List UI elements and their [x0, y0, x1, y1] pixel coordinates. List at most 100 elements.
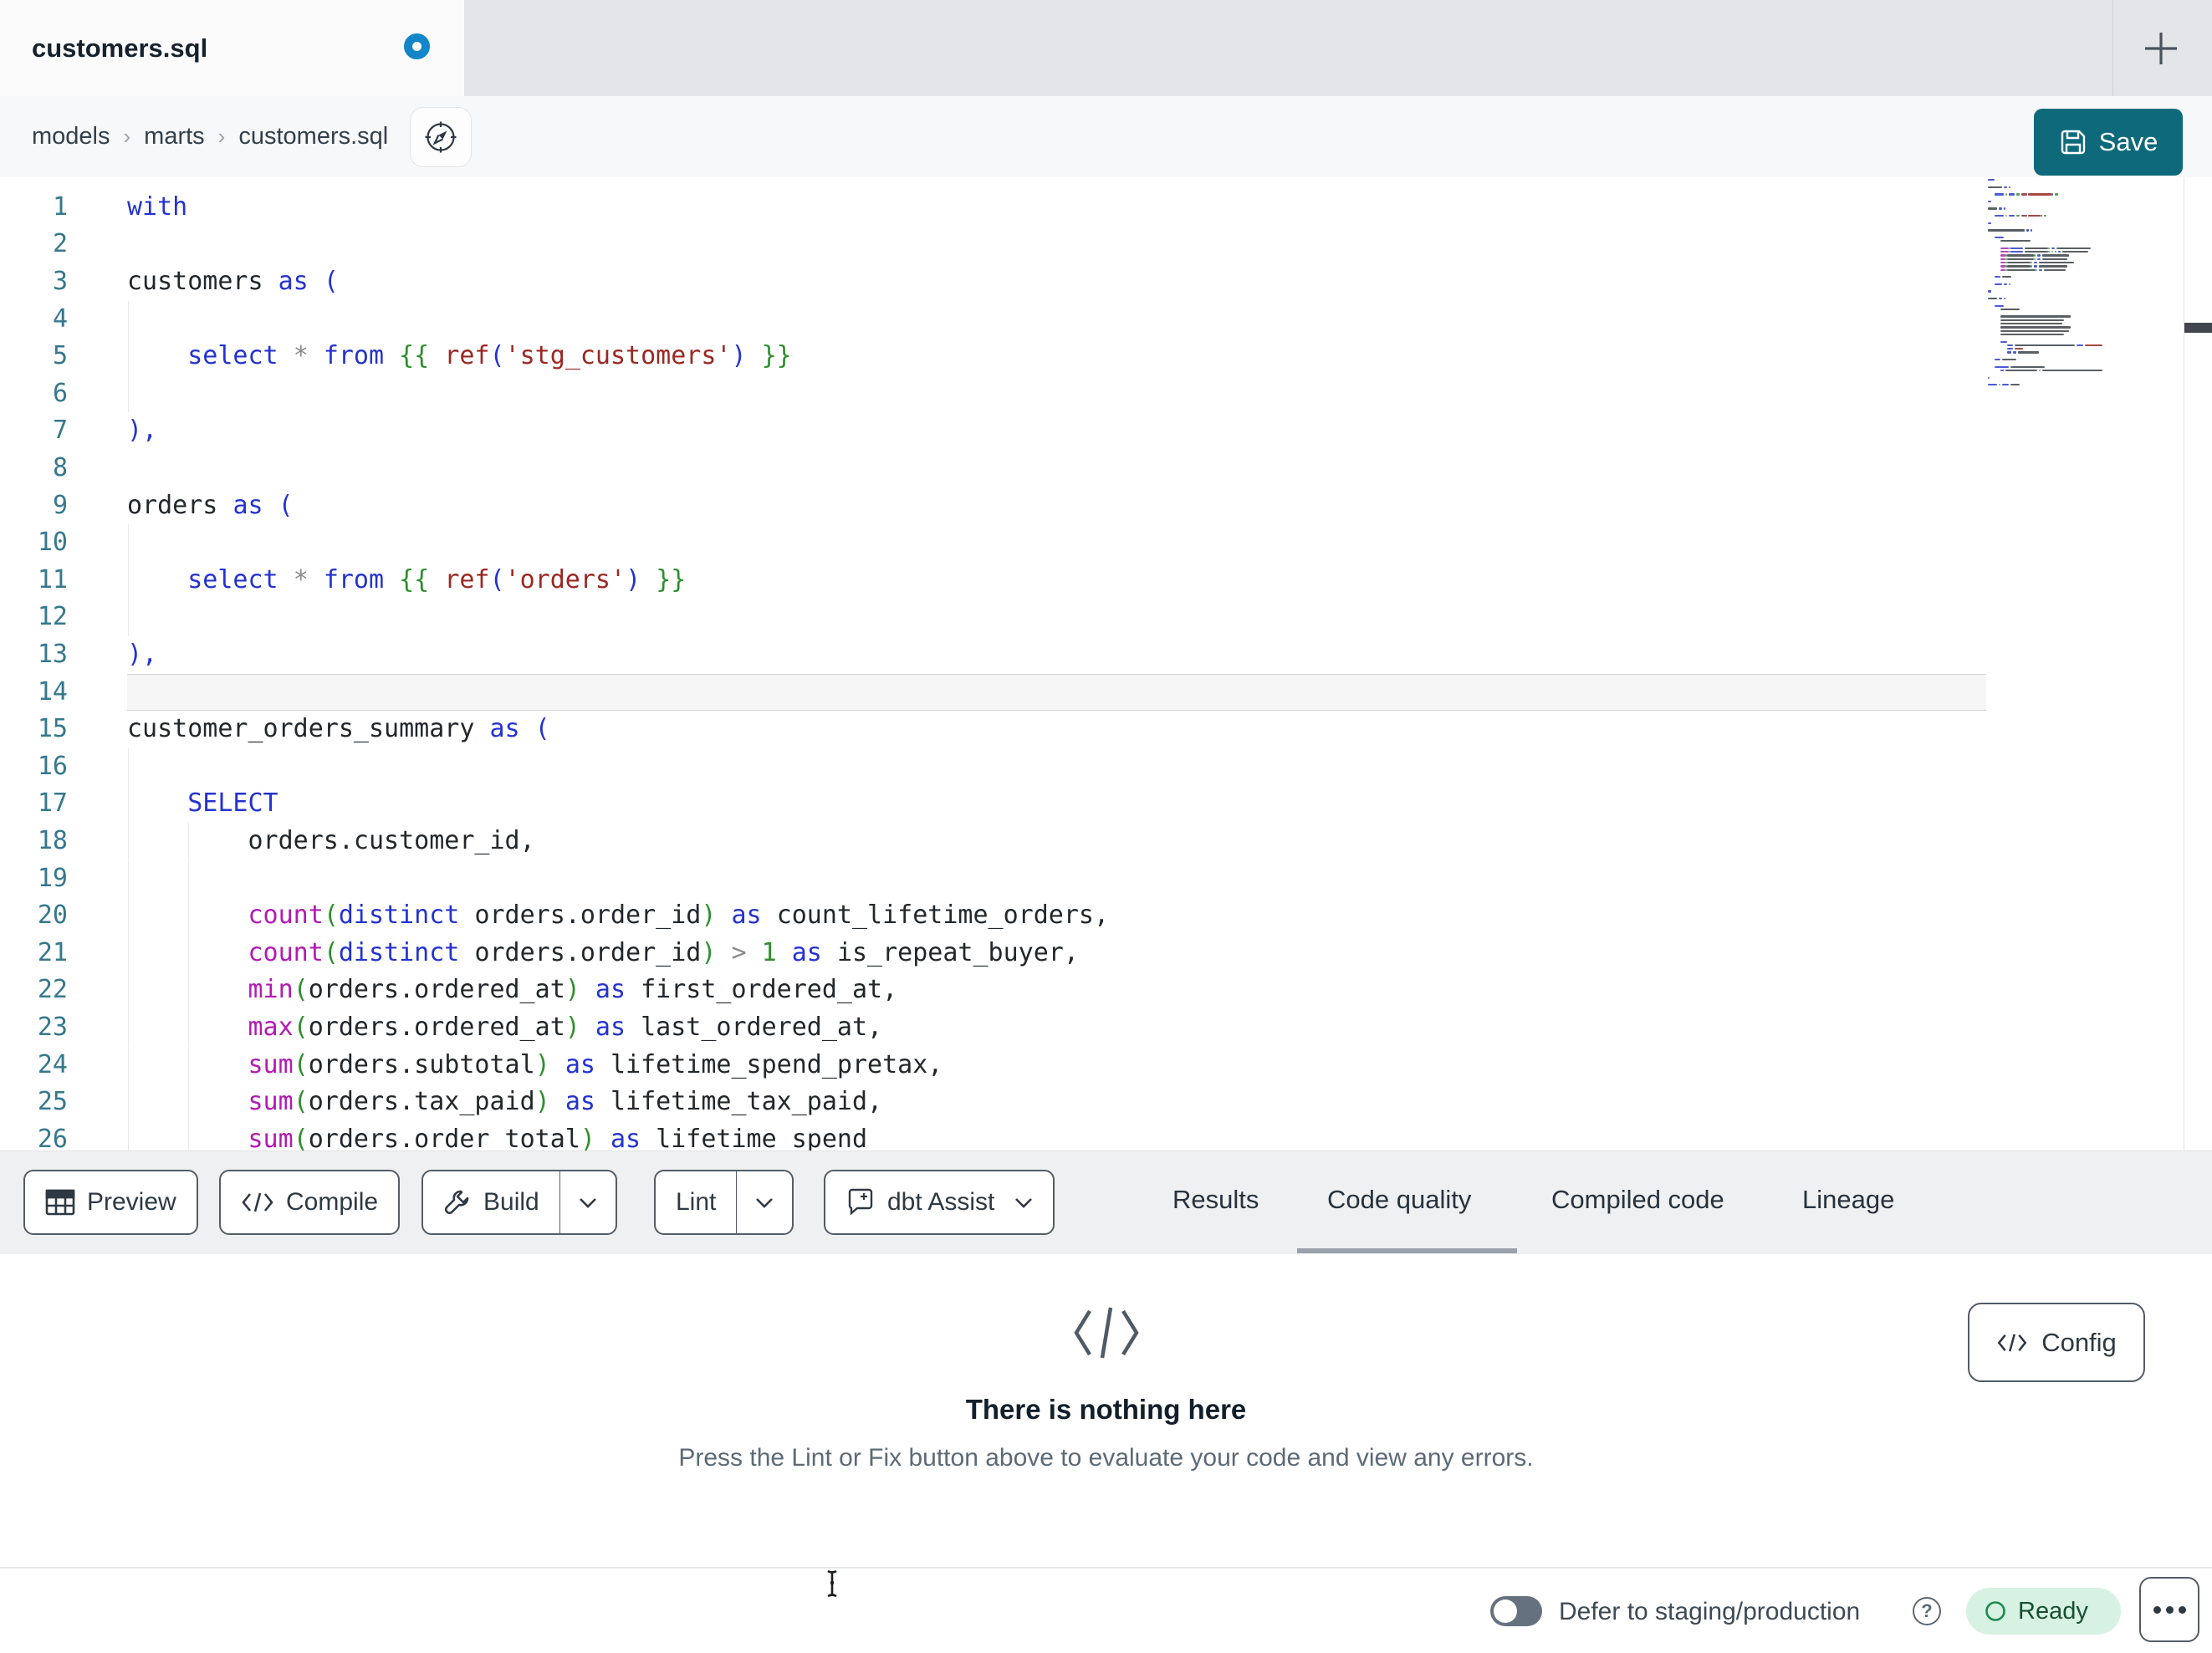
code-slash-icon: [0, 1306, 2212, 1364]
breadcrumb-marts[interactable]: marts: [144, 123, 205, 151]
editor-tab-bar: customers.sql: [0, 0, 2212, 96]
editor-scrollbar-thumb[interactable]: [2184, 323, 2212, 333]
breadcrumb-models[interactable]: models: [32, 123, 110, 151]
assist-chat-icon: [848, 1188, 873, 1216]
explore-lineage-button[interactable]: [410, 107, 472, 167]
line-number: 4: [52, 304, 68, 334]
code-line[interactable]: 15 customer_orders_summary as (: [0, 711, 1986, 748]
preview-button[interactable]: Preview: [23, 1170, 198, 1235]
tab-bar-divider: [2112, 0, 2113, 96]
code-line[interactable]: 18 orders.customer_id,: [0, 822, 1986, 860]
plus-icon: [2145, 33, 2177, 64]
build-label: Build: [483, 1188, 539, 1216]
status-badge[interactable]: Ready: [1966, 1588, 2121, 1635]
line-number: 23: [37, 1012, 68, 1042]
tab-customers-sql[interactable]: customers.sql: [0, 0, 464, 96]
line-number: 18: [37, 825, 68, 855]
code-line[interactable]: 5 select * from {{ ref('stg_customers') …: [0, 338, 1986, 375]
code-line[interactable]: 16: [0, 747, 1986, 786]
line-number: 10: [37, 528, 68, 558]
tab-compiled-code[interactable]: Compiled code: [1551, 1151, 1724, 1248]
editor-minimap[interactable]: [1988, 179, 2110, 386]
line-number: 9: [52, 490, 68, 520]
code-line[interactable]: 21 count(distinct orders.order_id) > 1 a…: [0, 934, 1986, 972]
save-label: Save: [2098, 127, 2158, 156]
code-line[interactable]: 24 sum(orders.subtotal) as lifetime_spen…: [0, 1046, 1986, 1084]
compile-button[interactable]: Compile: [219, 1170, 401, 1235]
line-number: 6: [52, 378, 68, 408]
chevron-right-icon: ›: [217, 124, 226, 149]
line-number: 11: [37, 564, 68, 594]
compile-label: Compile: [286, 1188, 379, 1216]
dbt-ide-window: customers.sql models › marts › customers…: [0, 0, 2212, 1653]
more-options-button[interactable]: [2139, 1577, 2199, 1642]
code-line[interactable]: 7),: [0, 412, 1986, 450]
code-line[interactable]: 8: [0, 450, 1986, 487]
code-line[interactable]: 13),: [0, 636, 1986, 674]
code-icon: [242, 1192, 273, 1212]
tab-code-quality[interactable]: Code quality: [1327, 1151, 1471, 1248]
line-number: 15: [37, 714, 68, 744]
breadcrumb: models › marts › customers.sql: [32, 96, 388, 177]
defer-toggle[interactable]: [1490, 1596, 1542, 1626]
code-line[interactable]: 6: [0, 375, 1986, 413]
code-line[interactable]: 23 max(orders.ordered_at) as last_ordere…: [0, 1008, 1986, 1047]
tab-results[interactable]: Results: [1172, 1151, 1259, 1248]
dbt-assist-button[interactable]: dbt Assist: [824, 1170, 1055, 1235]
line-number: 24: [37, 1049, 68, 1079]
line-number: 22: [37, 975, 68, 1005]
build-dropdown[interactable]: [560, 1171, 616, 1233]
wrench-icon: [444, 1190, 469, 1215]
line-number: 1: [52, 191, 68, 222]
code-line[interactable]: 17 SELECT: [0, 785, 1986, 823]
code-line[interactable]: 10: [0, 524, 1986, 562]
line-number: 7: [52, 416, 68, 446]
save-icon: [2061, 130, 2085, 155]
table-icon: [45, 1189, 75, 1216]
code-line[interactable]: 19: [0, 860, 1986, 898]
code-line[interactable]: 20 count(distinct orders.order_id) as co…: [0, 897, 1986, 935]
new-tab-button[interactable]: [2131, 18, 2191, 79]
code-quality-panel: There is nothing here Press the Lint or …: [0, 1254, 2212, 1565]
tab-lineage[interactable]: Lineage: [1802, 1151, 1894, 1248]
code-line[interactable]: 4: [0, 300, 1986, 339]
line-number: 26: [37, 1124, 68, 1150]
code-line[interactable]: 11 select * from {{ ref('orders') }}: [0, 561, 1986, 599]
code-icon: [1997, 1334, 2027, 1351]
lint-label: Lint: [676, 1188, 717, 1216]
text-cursor-pointer: [821, 1569, 843, 1603]
lint-dropdown[interactable]: [737, 1171, 792, 1233]
code-line[interactable]: 9 orders as (: [0, 487, 1986, 525]
code-line[interactable]: 14: [0, 673, 1986, 712]
build-button[interactable]: Build: [421, 1170, 617, 1235]
empty-title: There is nothing here: [965, 1394, 1247, 1425]
code-line[interactable]: 22 min(orders.ordered_at) as first_order…: [0, 972, 1986, 1009]
code-line[interactable]: 1 with: [0, 189, 1986, 227]
line-number: 14: [37, 676, 68, 707]
code-line[interactable]: 26 sum(orders.order_total) as lifetime_s…: [0, 1120, 1986, 1150]
lint-button[interactable]: Lint: [654, 1170, 794, 1235]
tab-title: customers.sql: [32, 33, 208, 63]
active-tab-underline: [1297, 1248, 1517, 1253]
status-bar: Defer to staging/production ? Ready: [0, 1567, 2212, 1653]
help-icon[interactable]: ?: [1913, 1597, 1941, 1625]
editor-toolbar: Preview Compile Build Lint dbt Assist Re…: [0, 1150, 2212, 1255]
line-number: 25: [37, 1087, 68, 1117]
empty-state: There is nothing here Press the Lint or …: [0, 1254, 2212, 1472]
code-line[interactable]: 25 sum(orders.tax_paid) as lifetime_tax_…: [0, 1084, 1986, 1121]
code-line[interactable]: 2: [0, 226, 1986, 263]
unsaved-changes-dot: [404, 33, 430, 59]
code-editor[interactable]: 1 with 2 3 customers as (4 5 select * from {{…: [0, 177, 2212, 1150]
save-button[interactable]: Save: [2034, 109, 2183, 176]
toggle-knob: [1494, 1599, 1517, 1623]
line-number: 3: [52, 266, 68, 296]
config-label: Config: [2041, 1327, 2117, 1357]
code-line[interactable]: 12: [0, 599, 1986, 636]
config-button[interactable]: Config: [1968, 1303, 2145, 1382]
line-number: 8: [52, 452, 68, 482]
chevron-down-icon: [1015, 1197, 1033, 1208]
status-circle-icon: [1985, 1601, 2005, 1621]
empty-description: Press the Lint or Fix button above to ev…: [678, 1444, 1534, 1472]
code-line[interactable]: 3 customers as (: [0, 263, 1986, 301]
line-number: 13: [37, 639, 68, 669]
